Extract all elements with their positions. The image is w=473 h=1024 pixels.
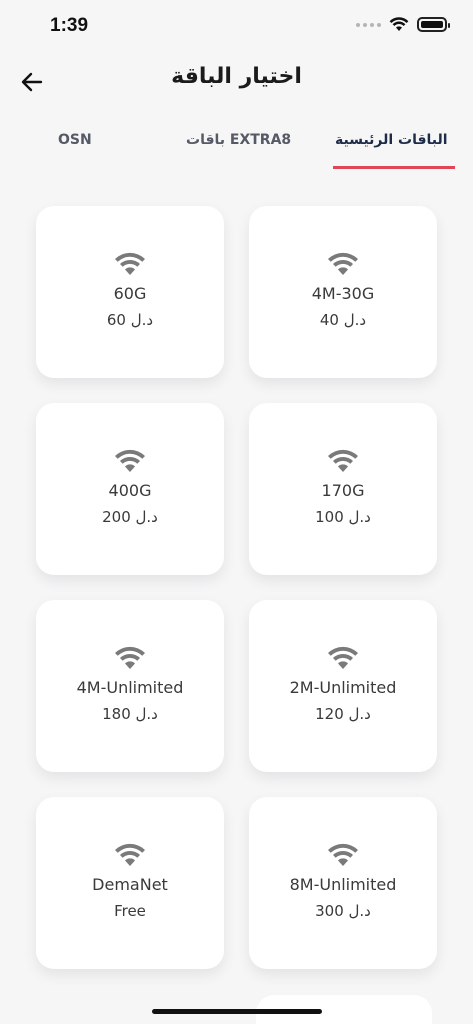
wifi-icon	[115, 843, 145, 866]
status-time: 1:39	[50, 15, 89, 36]
package-price: Free	[114, 902, 146, 920]
package-name: 4M-Unlimited	[76, 678, 184, 697]
package-name: 170G	[321, 481, 365, 500]
package-price: 180 د.ل	[102, 705, 158, 723]
package-price: 300 د.ل	[315, 902, 371, 920]
status-bar: 1:39	[0, 0, 473, 52]
package-card[interactable]: 60G 60 د.ل	[36, 206, 224, 378]
package-price: 120 د.ل	[315, 705, 371, 723]
tab-extra8[interactable]: باقات EXTRA8	[186, 132, 291, 148]
wifi-icon	[115, 449, 145, 472]
package-card[interactable]: DemaNet Free	[36, 797, 224, 969]
package-price: 40 د.ل	[319, 311, 367, 329]
wifi-icon	[328, 449, 358, 472]
battery-icon	[417, 17, 450, 32]
package-card[interactable]: 4M-Unlimited 180 د.ل	[36, 600, 224, 772]
status-icons	[356, 17, 450, 32]
header: اختيار الباقة	[0, 58, 473, 104]
tab-osn[interactable]: OSN	[58, 132, 92, 148]
wifi-icon	[115, 646, 145, 669]
package-card[interactable]: 400G 200 د.ل	[36, 403, 224, 575]
package-name: 8M-Unlimited	[289, 875, 397, 894]
cellular-signal-icon	[356, 22, 381, 27]
page-title: اختيار الباقة	[171, 64, 302, 89]
package-name: 2M-Unlimited	[289, 678, 397, 697]
package-price: 60 د.ل	[106, 311, 154, 329]
package-card[interactable]: 2M-Unlimited 120 د.ل	[249, 600, 437, 772]
package-name: 4M-30G	[311, 284, 375, 303]
package-tabs: OSN باقات EXTRA8 الباقات الرئيسية	[0, 125, 473, 171]
package-card[interactable]: 170G 100 د.ل	[249, 403, 437, 575]
wifi-icon	[328, 646, 358, 669]
wifi-icon	[328, 252, 358, 275]
package-price: 100 د.ل	[315, 508, 371, 526]
package-card[interactable]: 8M-Unlimited 300 د.ل	[249, 797, 437, 969]
wifi-status-icon	[389, 17, 409, 31]
wifi-icon	[328, 843, 358, 866]
package-name: DemaNet	[92, 875, 168, 894]
tab-main-packages[interactable]: الباقات الرئيسية	[335, 132, 448, 148]
package-name: 400G	[108, 481, 152, 500]
package-card[interactable]: 4M-30G 40 د.ل	[249, 206, 437, 378]
wifi-icon	[115, 252, 145, 275]
package-price: 200 د.ل	[102, 508, 158, 526]
active-tab-indicator	[333, 166, 455, 169]
package-name: 60G	[113, 284, 147, 303]
home-indicator[interactable]	[152, 1009, 322, 1014]
